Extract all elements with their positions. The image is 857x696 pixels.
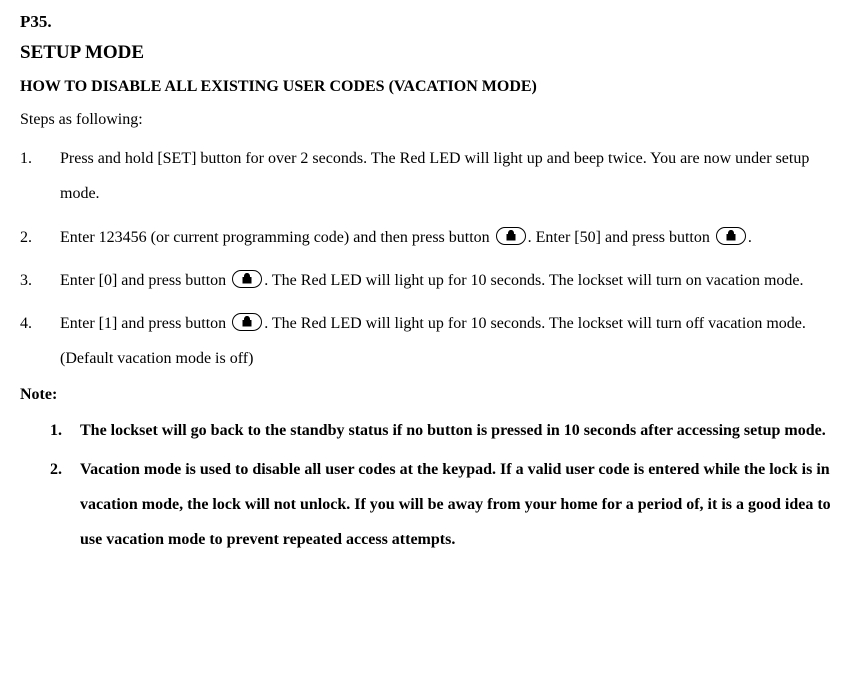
notes-list: The lockset will go back to the standby … xyxy=(20,413,837,558)
heading-disable-codes: HOW TO DISABLE ALL EXISTING USER CODES (… xyxy=(20,76,837,98)
note-1: The lockset will go back to the standby … xyxy=(50,413,837,448)
step-2-text-pre: Enter 123456 (or current programming cod… xyxy=(60,229,494,246)
note-2: Vacation mode is used to disable all use… xyxy=(50,452,837,558)
heading-setup-mode: SETUP MODE xyxy=(20,40,837,67)
lock-icon xyxy=(232,313,262,331)
step-3-text-post: . The Red LED will light up for 10 secon… xyxy=(264,272,803,289)
step-2-text-post: . xyxy=(748,229,752,246)
step-2-text-mid: . Enter [50] and press button xyxy=(528,229,714,246)
steps-list: Press and hold [SET] button for over 2 s… xyxy=(20,141,837,376)
step-2: Enter 123456 (or current programming cod… xyxy=(20,220,837,255)
step-1: Press and hold [SET] button for over 2 s… xyxy=(20,141,837,211)
note-2-text: Vacation mode is used to disable all use… xyxy=(80,461,831,548)
page-number: P35. xyxy=(20,10,837,34)
lock-icon xyxy=(496,227,526,245)
step-3: Enter [0] and press button . The Red LED… xyxy=(20,263,837,298)
lock-icon xyxy=(716,227,746,245)
note-1-text: The lockset will go back to the standby … xyxy=(80,422,826,439)
step-4: Enter [1] and press button . The Red LED… xyxy=(20,306,837,376)
note-label: Note: xyxy=(20,384,837,406)
step-3-text-pre: Enter [0] and press button xyxy=(60,272,230,289)
step-1-text: Press and hold [SET] button for over 2 s… xyxy=(60,150,809,202)
lock-icon xyxy=(232,270,262,288)
step-4-text-pre: Enter [1] and press button xyxy=(60,315,230,332)
steps-intro: Steps as following: xyxy=(20,109,837,131)
